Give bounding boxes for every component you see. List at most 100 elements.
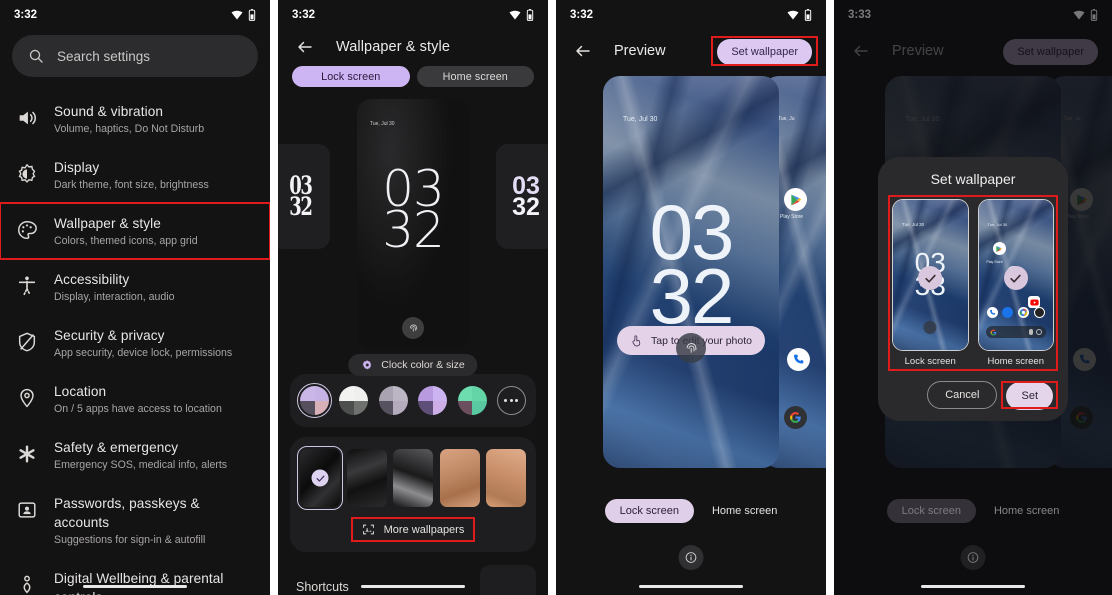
dialog-title: Set wallpaper xyxy=(930,171,1016,187)
cancel-button[interactable]: Cancel xyxy=(927,381,998,409)
tap-gesture-icon xyxy=(632,335,641,347)
info-icon xyxy=(967,552,979,563)
status-icons xyxy=(509,9,534,21)
sidebar-item-wallpaper-style[interactable]: Wallpaper & style Colors, themed icons, … xyxy=(0,202,270,260)
gear-icon xyxy=(362,360,372,370)
tab-home-screen[interactable]: Home screen xyxy=(712,505,777,517)
tab-lock-screen[interactable]: Lock screen xyxy=(604,499,694,523)
sidebar-item-security-privacy[interactable]: Security & privacy App security, device … xyxy=(0,315,270,371)
search-icon xyxy=(29,49,43,63)
sidebar-item-location[interactable]: Location On / 5 apps have access to loca… xyxy=(0,371,270,427)
dialog-option-label: Lock screen xyxy=(904,356,956,367)
preview-clock: 03 32 xyxy=(649,188,735,340)
color-swatch-4[interactable] xyxy=(457,386,487,415)
wifi-icon xyxy=(509,10,521,20)
wallpaper-thumb-row xyxy=(297,446,526,510)
clock-color-size-button[interactable]: Clock color & size xyxy=(348,354,478,376)
location-pin-icon xyxy=(20,388,34,408)
dialog-option-lock-screen[interactable]: Tue, Jul 30 0333 Lock screen xyxy=(892,199,969,367)
dialog-options: Tue, Jul 30 0333 Lock screen T xyxy=(888,195,1058,371)
home-indicator xyxy=(639,585,743,588)
color-swatch-1[interactable] xyxy=(339,386,369,415)
tab-lock-screen[interactable]: Lock screen xyxy=(886,499,976,523)
app-bar: Preview Set wallpaper xyxy=(556,30,826,76)
more-wallpapers-button[interactable]: More wallpapers xyxy=(350,517,476,542)
dot-icon xyxy=(504,399,508,402)
mic-icon xyxy=(1029,329,1033,335)
tab-home-screen[interactable]: Home screen xyxy=(416,66,534,87)
clock-style-next-digits: 03 32 xyxy=(512,172,540,221)
home-indicator xyxy=(83,585,187,588)
fingerprint-icon xyxy=(402,317,424,339)
wallpaper-thumb-2[interactable] xyxy=(393,449,433,507)
google-icon xyxy=(784,406,807,429)
sidebar-item-digital-wellbeing[interactable]: Digital Wellbeing & parental controls xyxy=(0,558,270,595)
wallpaper-thumb-1[interactable] xyxy=(346,449,387,507)
clock-color-size-label: Clock color & size xyxy=(381,359,465,371)
set-button[interactable]: Set xyxy=(1006,382,1053,410)
item-title: Sound & vibration xyxy=(54,104,164,119)
color-swatch-3[interactable] xyxy=(418,386,448,415)
status-icons xyxy=(787,9,812,21)
wallpaper-thumb-4[interactable] xyxy=(486,449,526,507)
item-title: Security & privacy xyxy=(54,328,165,343)
sidebar-item-display[interactable]: Display Dark theme, font size, brightnes… xyxy=(0,147,270,203)
battery-icon xyxy=(526,9,534,21)
screen-type-segmented-control: Lock screen Home screen xyxy=(278,66,548,99)
wallpaper-thumb-3[interactable] xyxy=(439,449,480,507)
wallpaper-thumbs-card: More wallpapers xyxy=(290,437,536,552)
search-input[interactable]: Search settings xyxy=(12,35,258,77)
back-arrow-icon[interactable] xyxy=(296,38,314,56)
status-time: 3:32 xyxy=(570,9,594,21)
home-screen-thumb: Tue, Jul 30 Play Store xyxy=(977,199,1054,351)
set-button-wrap: Set xyxy=(1001,381,1058,410)
image-frame-icon xyxy=(362,524,374,535)
info-button[interactable] xyxy=(960,545,986,570)
screenshot-strip: 3:32 Search settings Sound & vibration V… xyxy=(0,0,1112,595)
home-indicator xyxy=(921,585,1025,588)
app-bar: Wallpaper & style xyxy=(278,30,548,66)
search-bar xyxy=(985,326,1046,338)
lock-screen-preview[interactable]: Tue, Jul 30 03 32 xyxy=(357,99,469,349)
lock-screen-thumb: Tue, Jul 30 0333 xyxy=(892,199,969,351)
camera-icon xyxy=(1033,307,1045,318)
clock-style-prev-digits: 03 32 xyxy=(288,171,313,221)
item-title: Accessibility xyxy=(54,272,130,287)
item-title: Location xyxy=(54,384,107,399)
dialog-option-home-screen[interactable]: Tue, Jul 30 Play Store Home screen xyxy=(977,199,1054,367)
item-title: Safety & emergency xyxy=(54,440,179,455)
accessibility-icon xyxy=(18,276,36,296)
set-wallpaper-dialog: Set wallpaper Tue, Jul 30 0333 L xyxy=(878,157,1068,421)
clock-style-prev[interactable]: 03 32 xyxy=(278,144,330,249)
wallpaper-thumb-0[interactable] xyxy=(297,446,343,510)
sidebar-item-safety-emergency[interactable]: Safety & emergency Emergency SOS, medica… xyxy=(0,427,270,483)
info-icon xyxy=(685,552,697,563)
clock-style-next[interactable]: 03 32 xyxy=(496,144,548,249)
set-wallpaper-button-wrap: Set wallpaper xyxy=(711,36,818,66)
color-swatch-0[interactable] xyxy=(296,382,333,419)
more-colors-button[interactable] xyxy=(496,386,526,415)
preview-stage: Tue, Ju Play Store Tue, Jul 30 03 32 Tap… xyxy=(556,76,826,476)
shortcut-card[interactable] xyxy=(480,565,536,595)
fingerprint-icon xyxy=(676,333,706,363)
set-wallpaper-button[interactable]: Set wallpaper xyxy=(717,39,812,65)
sidebar-item-sound-vibration[interactable]: Sound & vibration Volume, haptics, Do No… xyxy=(0,91,270,147)
lock-screen-preview[interactable]: Tue, Jul 30 0332 Tap to edit your photo xyxy=(603,76,779,468)
panel-set-wallpaper-dialog: 3:33 Preview Set wallpaper Tue, Ju Play … xyxy=(834,0,1112,595)
tab-lock-screen[interactable]: Lock screen xyxy=(292,66,410,87)
info-button[interactable] xyxy=(678,545,704,570)
color-swatch-2[interactable] xyxy=(378,386,408,415)
item-subtitle: On / 5 apps have access to location xyxy=(54,403,222,415)
sidebar-item-accessibility[interactable]: Accessibility Display, interaction, audi… xyxy=(0,259,270,315)
item-subtitle: Suggestions for sign-in & autofill xyxy=(54,534,206,546)
color-swatches-card xyxy=(290,374,536,427)
sidebar-item-passwords-accounts[interactable]: Passwords, passkeys & accounts Suggestio… xyxy=(0,483,270,558)
back-arrow-icon[interactable] xyxy=(574,42,592,60)
tab-home-screen[interactable]: Home screen xyxy=(994,505,1059,517)
item-subtitle: Volume, haptics, Do Not Disturb xyxy=(54,123,205,135)
google-icon xyxy=(990,329,996,335)
mic-lens-icons xyxy=(1029,329,1042,335)
wifi-icon xyxy=(787,10,799,20)
battery-icon xyxy=(248,9,256,21)
item-subtitle: Display, interaction, audio xyxy=(54,291,175,303)
